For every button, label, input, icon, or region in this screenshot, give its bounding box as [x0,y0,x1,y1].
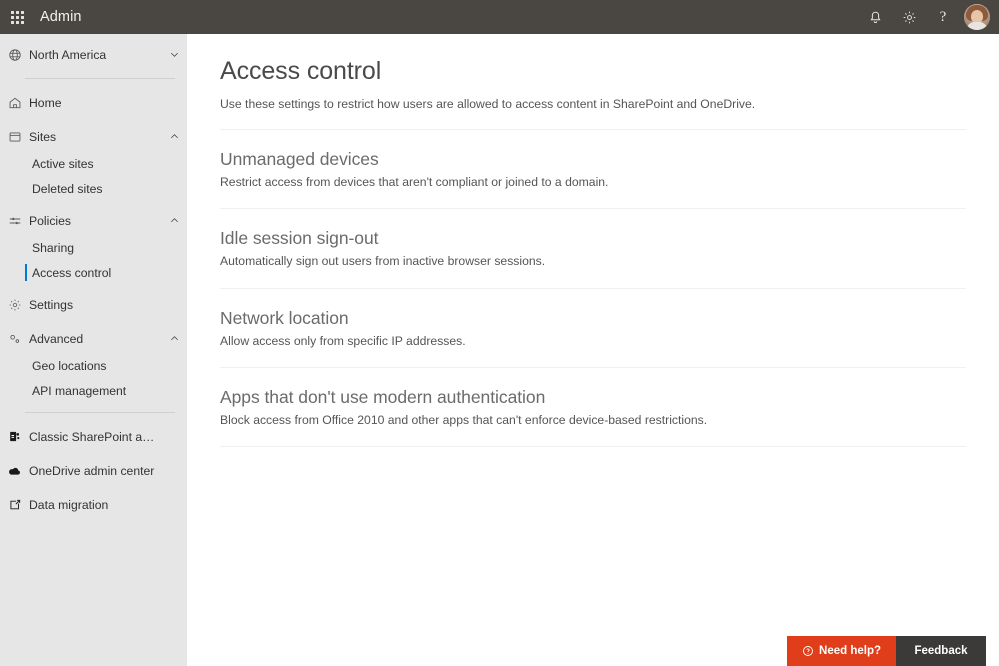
migration-icon [0,498,29,512]
sidebar-item-onedrive-admin-center[interactable]: OneDrive admin center [0,456,187,485]
sidebar-item-label: Active sites [32,156,94,171]
footer-actions: Need help? Feedback [787,636,986,666]
help-button[interactable]: ? [926,0,960,34]
brand-title[interactable]: Admin [40,9,82,25]
sidebar-item-sharing[interactable]: Sharing [0,235,187,260]
topbar-actions: ? [858,0,999,34]
avatar [964,4,990,30]
setting-network-location[interactable]: Network location Allow access only from … [220,289,966,368]
sidebar-item-label: Classic SharePoint admin ce... [29,429,161,444]
setting-description: Automatically sign out users from inacti… [220,254,546,269]
sidebar-item-advanced[interactable]: Advanced [0,324,187,353]
need-help-button[interactable]: Need help? [787,636,896,666]
sidebar-navigation: North America Home Sites Active sites De… [0,34,187,666]
sidebar-item-classic-sharepoint-admin-center[interactable]: Classic SharePoint admin ce... [0,422,187,451]
sidebar-item-sites[interactable]: Sites [0,122,187,151]
sidebar-item-label: North America [29,47,107,62]
sidebar-divider-bottom [25,412,175,413]
need-help-label: Need help? [819,645,881,657]
sidebar-item-label: Deleted sites [32,181,103,196]
sites-icon [0,130,29,144]
sidebar-item-label: Home [29,95,62,110]
sidebar-item-north-america[interactable]: North America [0,40,187,69]
setting-title: Network location [220,307,349,328]
sliders-icon [0,214,29,228]
app-launcher-button[interactable] [0,0,34,34]
question-circle-icon [802,645,814,657]
advanced-icon [0,332,29,346]
feedback-label: Feedback [914,645,968,657]
sidebar-item-settings[interactable]: Settings [0,290,187,319]
sidebar-item-label: API management [32,383,127,398]
sidebar-item-geo-locations[interactable]: Geo locations [0,353,187,378]
setting-idle-session-sign-out[interactable]: Idle session sign-out Automatically sign… [220,209,966,289]
sidebar-item-policies[interactable]: Policies [0,206,187,235]
gear-icon [0,298,29,312]
waffle-icon [10,10,24,24]
settings-section-list: Unmanaged devices Restrict access from d… [220,128,966,448]
onedrive-icon [0,463,29,478]
sidebar-item-deleted-sites[interactable]: Deleted sites [0,176,187,201]
globe-icon [0,48,29,62]
sidebar-item-home[interactable]: Home [0,88,187,117]
sharepoint-icon [0,430,29,443]
home-icon [0,96,29,110]
sidebar-item-label: Policies [29,213,71,228]
sidebar-item-active-sites[interactable]: Active sites [0,151,187,176]
sidebar-divider-top [25,78,175,79]
setting-description: Restrict access from devices that aren't… [220,174,609,189]
sidebar-item-label: Sharing [32,240,75,255]
chevron-up-icon[interactable] [161,131,187,142]
sidebar-item-access-control[interactable]: Access control [0,260,187,285]
chevron-up-icon[interactable] [161,215,187,226]
page-title: Access control [220,57,382,85]
settings-button[interactable] [892,0,926,34]
help-icon: ? [939,8,947,25]
gear-icon [902,10,917,25]
chevron-down-icon[interactable] [161,49,187,60]
setting-description: Block access from Office 2010 and other … [220,412,708,427]
sidebar-item-label: Data migration [29,497,109,512]
setting-unmanaged-devices[interactable]: Unmanaged devices Restrict access from d… [220,130,966,210]
setting-title: Idle session sign-out [220,228,379,249]
setting-title: Unmanaged devices [220,148,379,169]
page-header: Access control Use these settings to res… [187,34,999,112]
sidebar-item-api-management[interactable]: API management [0,378,187,403]
chevron-up-icon[interactable] [161,333,187,344]
sidebar-item-data-migration[interactable]: Data migration [0,490,187,519]
sidebar-item-label: Access control [32,265,112,280]
setting-title: Apps that don't use modern authenticatio… [220,387,546,407]
setting-description: Allow access only from specific IP addre… [220,333,466,348]
main-content: Access control Use these settings to res… [187,34,999,666]
top-navigation-bar: Admin ? [0,0,999,34]
account-button[interactable] [960,0,994,34]
notifications-button[interactable] [858,0,892,34]
sidebar-item-label: Sites [29,129,57,144]
feedback-button[interactable]: Feedback [896,636,986,666]
bell-icon [868,10,883,25]
setting-apps-without-modern-auth[interactable]: Apps that don't use modern authenticatio… [220,368,966,448]
sidebar-item-label: OneDrive admin center [29,463,155,478]
sidebar-item-label: Geo locations [32,358,107,373]
sidebar-item-label: Advanced [29,331,84,346]
sidebar-item-label: Settings [29,297,74,312]
page-subtitle: Use these settings to restrict how users… [220,96,756,111]
